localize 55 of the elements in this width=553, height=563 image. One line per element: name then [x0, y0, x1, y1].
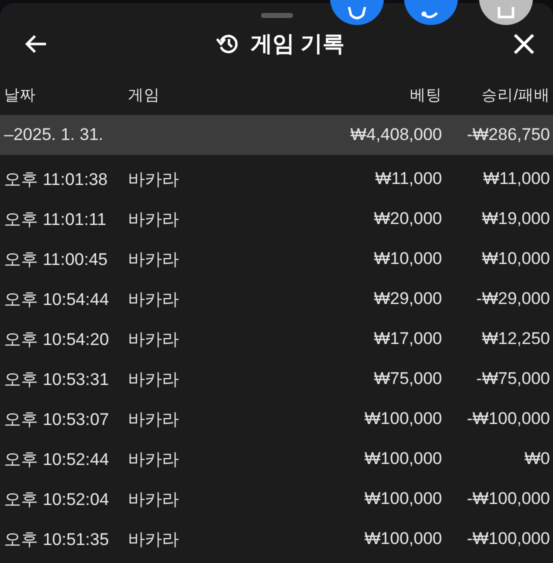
table-cell-text: ₩20,000	[372, 209, 442, 229]
back-button[interactable]	[24, 34, 48, 54]
table-cell-text: ₩10,000	[480, 249, 550, 269]
table-cell-text: 오후 10:52:04	[4, 488, 110, 510]
back-arrow-icon	[24, 34, 48, 54]
table-cell-text: ₩11,000	[374, 169, 442, 189]
column-header: 베팅	[409, 86, 442, 106]
table-cell-text: ₩100,000	[364, 529, 442, 549]
table-cell-text: 바카라	[128, 168, 180, 190]
screen-title: 게임 기록	[250, 30, 345, 58]
close-button[interactable]	[513, 33, 535, 55]
column-header: 게임	[128, 86, 161, 106]
table-cell-text: 바카라	[128, 368, 180, 390]
table-cell-text: ₩100,000	[364, 449, 442, 469]
table-cell-text: -₩75,000	[475, 369, 550, 389]
table-cell-text: 오후 11:01:38	[4, 168, 109, 190]
table-cell-text: -₩100,000	[466, 529, 550, 549]
table-cell-text: -₩29,000	[475, 289, 550, 309]
bet-total: ₩4,408,000	[349, 125, 442, 145]
table-cell-text: 오후 11:01:11	[4, 208, 108, 230]
table-cell-text: 바카라	[128, 448, 180, 470]
table-cell-text: ₩19,000	[480, 209, 550, 229]
table-cell-text: ₩17,000	[372, 329, 442, 349]
table-cell-text: ₩12,250	[480, 329, 550, 349]
table-cell-text: 오후 10:54:44	[4, 288, 110, 310]
table-cell-text: -₩100,000	[466, 489, 550, 509]
table-cell-text: 바카라	[128, 488, 180, 510]
table-cell-text: ₩11,000	[482, 169, 550, 189]
table-cell-text: 바카라	[128, 528, 180, 550]
date-cell-text: –2025. 1. 31.	[4, 125, 104, 145]
column-header: 승리/패배	[480, 86, 550, 106]
table-cell-text: 오후 10:52:44	[4, 448, 110, 470]
table-cell-text: 바카라	[128, 408, 180, 430]
column-header: 날짜	[4, 86, 37, 106]
history-icon	[216, 32, 240, 56]
date-group-row[interactable]: –2025. 1. 31. ₩4,408,000 -₩286,750	[0, 115, 553, 155]
table-cell-text: ₩75,000	[372, 369, 442, 389]
table-cell-text: 오후 10:54:20	[4, 328, 110, 350]
table-cell-text: 오후 11:00:45	[4, 248, 109, 270]
table-cell-text: 바카라	[128, 208, 180, 230]
table-cell-text: ₩29,000	[372, 289, 442, 309]
table-cell-text: 오후 10:53:31	[4, 368, 110, 390]
table-cell-text: 바카라	[128, 328, 180, 350]
table-cell-text: 바카라	[128, 248, 180, 270]
table-cell-text: ₩10,000	[372, 249, 442, 269]
table-cell-text: -₩100,000	[466, 409, 550, 429]
drag-handle[interactable]	[260, 13, 292, 18]
result-total: -₩286,750	[466, 125, 550, 145]
table-cell-text: 오후 10:51:35	[4, 528, 110, 550]
table-cell-text: ₩100,000	[364, 489, 442, 509]
table-cell-text: ₩0	[524, 449, 550, 469]
table-cell-text: 바카라	[128, 288, 180, 310]
table-cell-text: ₩100,000	[364, 409, 442, 429]
close-icon	[513, 33, 535, 55]
table-cell-text: 오후 10:53:07	[4, 408, 110, 430]
